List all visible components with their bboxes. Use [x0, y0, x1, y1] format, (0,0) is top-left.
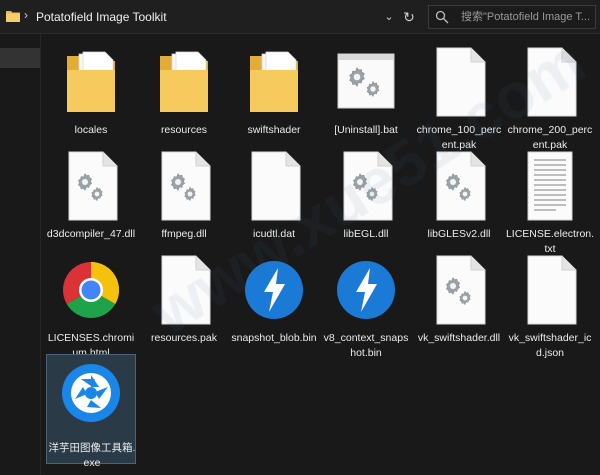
file-item-potatofield-exe[interactable]: 洋芋田图像工具箱.exe: [46, 354, 136, 469]
dll-file-icon: [336, 150, 396, 222]
blank-file-icon: [520, 46, 580, 118]
dll-file-icon: [429, 254, 489, 326]
address-bar[interactable]: › Potatofield Image Toolkit ⌄ ↻ 搜索"Potat…: [0, 0, 600, 34]
dll-file-icon: [154, 150, 214, 222]
batch-file-icon: [337, 53, 395, 109]
file-name: swiftshader: [247, 124, 301, 136]
breadcrumb-current-folder[interactable]: Potatofield Image Toolkit: [36, 7, 167, 27]
file-name: libGLESv2.dll: [427, 228, 491, 240]
folder-icon: [160, 51, 208, 112]
file-name: d3dcompiler_47.dll: [46, 228, 136, 240]
camera-aperture-icon: [62, 364, 120, 422]
folder-icon: [250, 51, 298, 112]
file-name: resources: [160, 124, 208, 136]
blank-file-icon: [154, 254, 214, 326]
file-name: chrome_200_percent.pak: [507, 124, 593, 151]
search-placeholder: 搜索"Potatofield Image T...: [461, 11, 591, 23]
file-name: vk_swiftshader_icd.json: [508, 332, 592, 359]
blank-file-icon: [244, 150, 304, 222]
navigation-pane[interactable]: [0, 34, 41, 475]
lightning-bolt-icon: [245, 261, 303, 319]
search-box[interactable]: 搜索"Potatofield Image T...: [428, 5, 596, 29]
file-name: vk_swiftshader.dll: [417, 332, 501, 344]
file-name: resources.pak: [151, 332, 217, 344]
dll-file-icon: [429, 150, 489, 222]
breadcrumb-chevron-icon[interactable]: ›: [24, 8, 28, 22]
dll-file-icon: [61, 150, 121, 222]
text-file-icon: [527, 151, 573, 221]
folder-icon: [6, 11, 20, 22]
folder-icon: [67, 51, 115, 112]
chevron-down-icon[interactable]: ⌄: [380, 6, 398, 28]
file-name: LICENSE.electron.txt: [505, 228, 595, 255]
file-name: v8_context_snapshot.bin: [323, 332, 409, 359]
file-name: [Uninstall].bat: [334, 124, 398, 136]
file-name: libEGL.dll: [343, 228, 389, 240]
lightning-bolt-icon: [337, 261, 395, 319]
blank-file-icon: [429, 46, 489, 118]
file-name: ffmpeg.dll: [161, 228, 207, 240]
blank-file-icon: [520, 254, 580, 326]
search-icon: [435, 10, 449, 24]
refresh-icon[interactable]: ↻: [400, 6, 418, 28]
file-list[interactable]: locales resources swiftshader [Uninstall…: [41, 34, 600, 475]
chrome-icon: [62, 262, 120, 319]
file-name: 洋芋田图像工具箱.exe: [48, 442, 136, 469]
file-name: locales: [74, 124, 108, 136]
file-name: chrome_100_percent.pak: [416, 124, 502, 151]
file-name: icudtl.dat: [252, 228, 296, 240]
file-name: snapshot_blob.bin: [231, 332, 317, 344]
nav-selected-item[interactable]: [0, 48, 40, 68]
